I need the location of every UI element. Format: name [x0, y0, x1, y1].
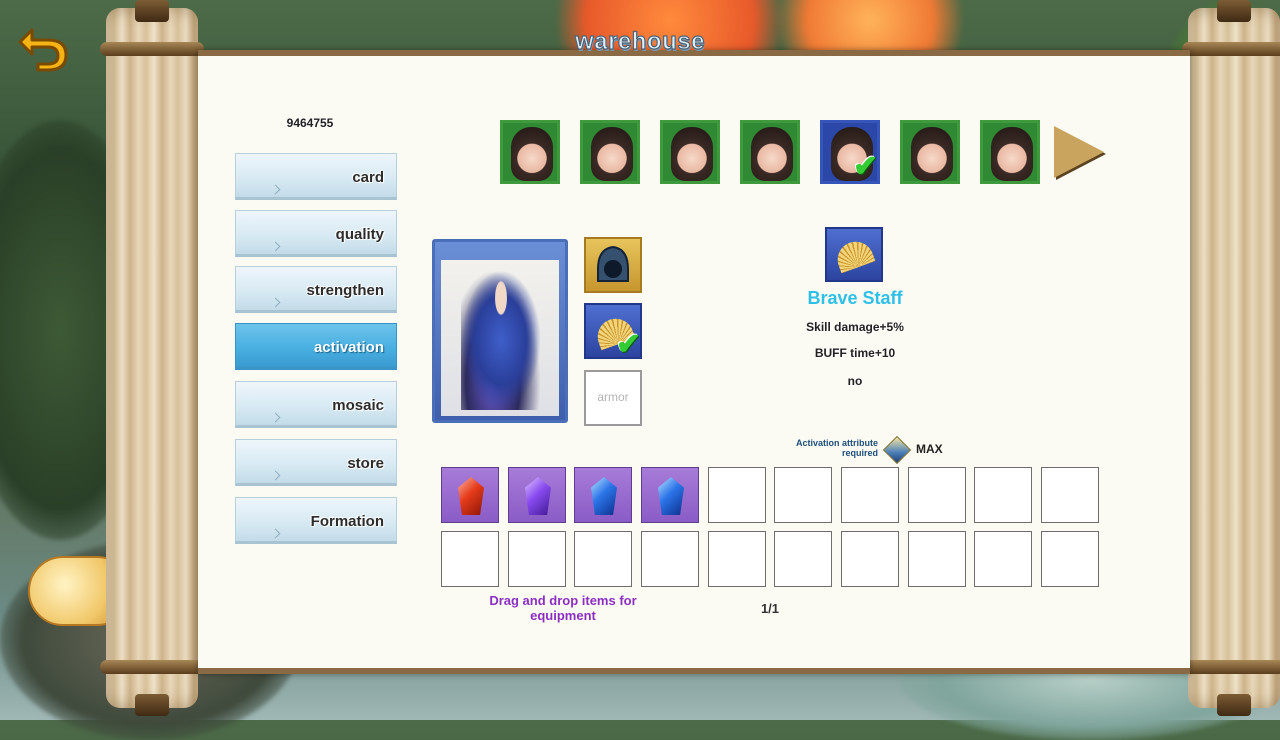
combat-power-value: 9464755	[286, 116, 334, 130]
menu-label: card	[352, 169, 384, 186]
hero-portrait[interactable]	[660, 120, 720, 184]
weapon-slot[interactable]: ✔	[584, 303, 642, 361]
page-indicator: 1/1	[760, 601, 780, 616]
armor-slot-label: armor	[597, 390, 629, 404]
hero-card-art	[441, 260, 559, 416]
gem-slot[interactable]	[641, 467, 699, 523]
empty-slot[interactable]	[774, 467, 832, 523]
gem-slot[interactable]	[574, 467, 632, 523]
menu-label: quality	[335, 226, 384, 243]
empty-slot[interactable]	[908, 467, 966, 523]
item-stat: Skill damage+5%	[806, 320, 904, 334]
empty-slot[interactable]	[908, 531, 966, 587]
empty-slot[interactable]	[974, 531, 1032, 587]
hero-face-icon	[511, 127, 553, 181]
hero-portrait[interactable]	[500, 120, 560, 184]
menu-label: Formation	[310, 513, 384, 530]
violet-gem-icon	[525, 477, 551, 515]
hero-face-icon	[591, 127, 633, 181]
checkmark-icon: ✔	[616, 328, 642, 361]
menu-mosaic-button[interactable]: mosaic	[235, 381, 397, 428]
gem-slot[interactable]	[441, 467, 499, 523]
menu-label: activation	[313, 339, 384, 356]
scroll-roller-right	[1182, 0, 1280, 716]
menu-label: store	[347, 455, 384, 472]
activation-requirement-value: MAX	[916, 442, 943, 456]
menu-label: mosaic	[332, 397, 384, 414]
menu-store-button[interactable]: store	[235, 439, 397, 486]
gem-slot[interactable]	[508, 467, 566, 523]
item-stat: no	[847, 374, 863, 388]
empty-slot[interactable]	[841, 467, 899, 523]
empty-slot[interactable]	[974, 467, 1032, 523]
empty-slot[interactable]	[1041, 531, 1099, 587]
empty-slot[interactable]	[574, 531, 632, 587]
activation-requirement-label: Activation attribute required	[795, 438, 878, 458]
next-arrow-button[interactable]	[1054, 126, 1104, 178]
fan-icon	[832, 236, 876, 274]
menu-card-button[interactable]: card	[235, 153, 397, 200]
hero-face-icon	[671, 127, 713, 181]
hero-portrait[interactable]	[580, 120, 640, 184]
drag-drop-hint: Drag and drop items for equipment	[489, 593, 637, 623]
hero-portrait[interactable]	[740, 120, 800, 184]
empty-slot[interactable]	[441, 531, 499, 587]
hero-portrait-selected[interactable]: ✔	[820, 120, 880, 184]
scroll-roller-left	[100, 0, 204, 716]
hero-portrait[interactable]	[980, 120, 1040, 184]
menu-activation-button[interactable]: activation	[235, 323, 397, 370]
empty-slot[interactable]	[708, 531, 766, 587]
page-title: warehouse	[574, 27, 705, 55]
empty-slot[interactable]	[708, 467, 766, 523]
helmet-slot[interactable]	[584, 237, 642, 293]
hero-face-icon	[911, 127, 953, 181]
blue-gem-icon	[591, 477, 617, 515]
red-gem-icon	[458, 477, 484, 515]
empty-slot[interactable]	[774, 531, 832, 587]
menu-quality-button[interactable]: quality	[235, 210, 397, 257]
empty-slot[interactable]	[641, 531, 699, 587]
hero-figure-image	[461, 270, 541, 410]
hero-face-icon	[991, 127, 1033, 181]
empty-slot[interactable]	[841, 531, 899, 587]
empty-slot[interactable]	[1041, 467, 1099, 523]
hero-portrait[interactable]	[900, 120, 960, 184]
hero-face-icon	[751, 127, 793, 181]
hero-card	[432, 239, 568, 423]
checkmark-icon: ✔	[853, 150, 879, 183]
menu-strengthen-button[interactable]: strengthen	[235, 266, 397, 313]
item-icon	[825, 227, 883, 282]
menu-label: strengthen	[306, 282, 384, 299]
blue-gem-icon	[658, 477, 684, 515]
item-stat: BUFF time+10	[814, 346, 896, 360]
armor-slot[interactable]: armor	[584, 370, 642, 426]
hood-icon	[597, 245, 629, 282]
item-name: Brave Staff	[807, 288, 903, 308]
menu-formation-button[interactable]: Formation	[235, 497, 397, 544]
empty-slot[interactable]	[508, 531, 566, 587]
